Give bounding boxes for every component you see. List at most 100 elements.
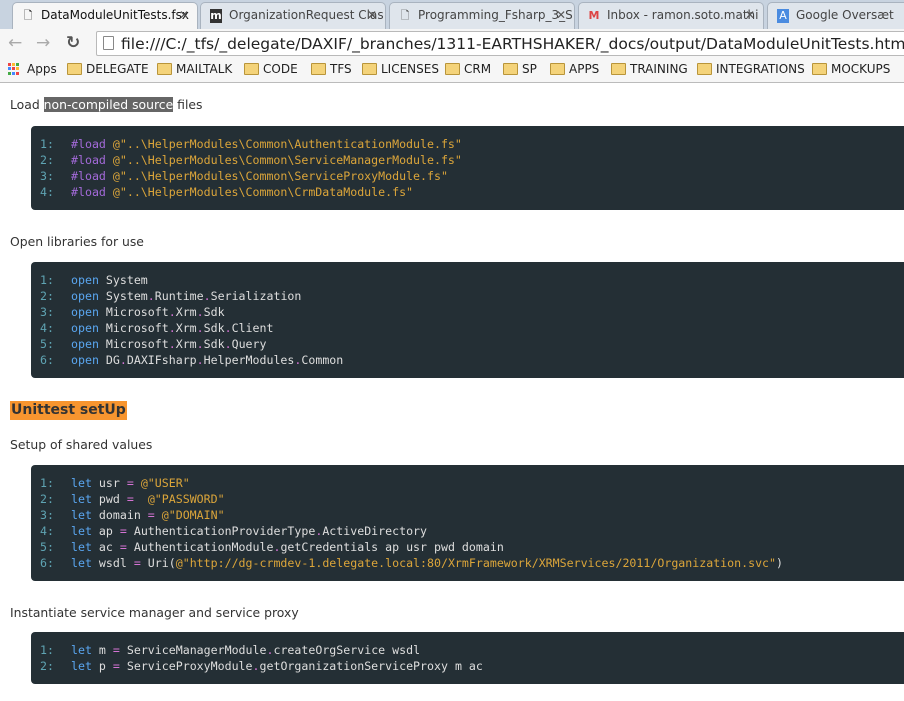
code-token: @"PASSWORD" — [147, 492, 225, 506]
code-line: 4: #load @"..\HelperModules\Common\CrmDat… — [40, 184, 904, 200]
code-token: @"..\HelperModules\Common\CrmDataModule.… — [112, 185, 414, 199]
code-block: 1: open System 2: open System.Runtime.Seria… — [31, 262, 904, 378]
code-token: Client — [231, 321, 274, 335]
code-token: @"..\HelperModules\Common\Authentication… — [112, 137, 462, 151]
tab-organizationrequest[interactable]: m OrganizationRequest Clas ✕ — [200, 2, 386, 29]
close-tab-icon[interactable]: ✕ — [745, 8, 755, 22]
bookmark-licenses[interactable]: LICENSES — [362, 62, 439, 76]
close-tab-icon[interactable]: ✕ — [556, 8, 566, 22]
code-token: let — [71, 476, 92, 490]
code-token: . — [196, 353, 204, 367]
code-line: 1: #load @"..\HelperModules\Common\Authen… — [40, 136, 904, 152]
tab-programming-fsharp[interactable]: 🗋 Programming_Fsharp_3_S ✕ — [389, 2, 575, 29]
section-heading-unittest-setup: Unittest setUp — [10, 401, 127, 420]
code-token: Microsoft — [98, 305, 169, 319]
bookmark-mailtalk[interactable]: MAILTALK — [157, 62, 232, 76]
bookmark-apps[interactable]: Apps — [8, 62, 57, 76]
code-token: open — [71, 273, 99, 287]
line-number: 4: — [40, 185, 54, 199]
code-token: Uri( — [140, 556, 176, 570]
code-token: Runtime — [154, 289, 204, 303]
back-icon[interactable]: ← — [8, 33, 22, 53]
code-token: = — [119, 540, 127, 554]
translate-icon: A — [777, 9, 789, 23]
code-token: DG — [98, 353, 120, 367]
bookmark-apps-folder[interactable]: APPS — [550, 62, 599, 76]
code-token: pwd — [91, 492, 127, 506]
bookmark-code[interactable]: CODE — [244, 62, 298, 76]
code-token: let — [71, 659, 92, 673]
code-token: let — [71, 492, 92, 506]
code-token: ActiveDirectory — [322, 524, 428, 538]
code-token: AuthenticationProviderType — [126, 524, 316, 538]
code-token: open — [71, 353, 99, 367]
toolbar: ← → ↻ file:///C:/_tfs/_delegate/DAXIF/_b… — [0, 29, 904, 58]
code-token: #load — [71, 185, 106, 199]
bookmark-training[interactable]: TRAINING — [611, 62, 688, 76]
code-token: open — [71, 305, 99, 319]
code-token: let — [71, 508, 92, 522]
bookmark-integrations[interactable]: INTEGRATIONS — [697, 62, 805, 76]
line-number: 2: — [40, 659, 54, 673]
line-number: 1: — [40, 137, 54, 151]
code-line: 6: open DG.DAXIFsharp.HelperModules.Commo… — [40, 352, 904, 368]
address-bar[interactable]: file:///C:/_tfs/_delegate/DAXIF/_branche… — [96, 31, 904, 56]
tab-google-translate[interactable]: A Google Oversæt — [767, 2, 904, 29]
line-number: 6: — [40, 556, 54, 570]
code-token: . — [196, 321, 204, 335]
code-token: createOrgService wsdl — [273, 643, 421, 657]
code-line: 2: let pwd = @"PASSWORD" — [40, 491, 904, 507]
code-token: domain — [91, 508, 148, 522]
code-token: Serialization — [210, 289, 302, 303]
code-block: 1: let usr = @"USER" 2: let pwd = @"PASSWOR… — [31, 465, 904, 581]
tab-inbox[interactable]: M Inbox - ramon.soto.mathi ✕ — [578, 2, 764, 29]
apps-grid-icon — [8, 63, 20, 75]
bookmark-mockups[interactable]: MOCKUPS — [812, 62, 890, 76]
code-line: 1: let m = ServiceManagerModule.createOrg… — [40, 642, 904, 658]
open-libraries-paragraph: Open libraries for use — [10, 234, 144, 249]
bookmark-crm[interactable]: CRM — [445, 62, 491, 76]
code-line: 3: #load @"..\HelperModules\Common\Servic… — [40, 168, 904, 184]
code-line: 3: let domain = @"DOMAIN" — [40, 507, 904, 523]
folder-icon — [244, 63, 259, 75]
code-token: #load — [71, 153, 106, 167]
code-token: usr — [91, 476, 127, 490]
bookmark-tfs[interactable]: TFS — [311, 62, 352, 76]
line-number: 5: — [40, 540, 54, 554]
line-number: 1: — [40, 643, 54, 657]
code-token: ServiceManagerModule — [119, 643, 267, 657]
line-number: 3: — [40, 508, 54, 522]
code-token: System — [98, 273, 148, 287]
code-token: Microsoft — [98, 337, 169, 351]
forward-icon[interactable]: → — [36, 33, 50, 53]
code-line: 6: let wsdl = Uri(@"http://dg-crmdev-1.de… — [40, 555, 904, 571]
code-token: open — [71, 321, 99, 335]
code-token: . — [252, 659, 260, 673]
close-tab-icon[interactable]: ✕ — [179, 8, 189, 22]
close-tab-icon[interactable]: ✕ — [367, 8, 377, 22]
code-token: Sdk — [203, 305, 225, 319]
reload-icon[interactable]: ↻ — [66, 33, 80, 53]
line-number: 3: — [40, 169, 54, 183]
code-line: 2: #load @"..\HelperModules\Common\Servic… — [40, 152, 904, 168]
code-token: #load — [71, 137, 106, 151]
tab-bar: 🗋 DataModuleUnitTests.fsx ✕ m OrganizationR… — [0, 0, 904, 29]
bookmark-delegate[interactable]: DELEGATE — [67, 62, 149, 76]
line-number: 1: — [40, 476, 54, 490]
code-token: Sdk — [203, 321, 225, 335]
code-block: 1: let m = ServiceManagerModule. createOrg… — [31, 632, 904, 684]
line-number: 2: — [40, 289, 54, 303]
code-token: ) — [776, 556, 784, 570]
code-token: = — [126, 476, 134, 490]
code-token: DAXIFsharp — [126, 353, 197, 367]
code-token: #load — [71, 169, 106, 183]
code-line: 1: let usr = @"USER" — [40, 475, 904, 491]
highlighted-text: non-compiled source — [43, 97, 174, 112]
tab-datamoduleunittests[interactable]: 🗋 DataModuleUnitTests.fsx ✕ — [12, 2, 198, 29]
bookmark-sp[interactable]: SP — [503, 62, 537, 76]
code-line: 5: let ac = AuthenticationModule.getCrede… — [40, 539, 904, 555]
